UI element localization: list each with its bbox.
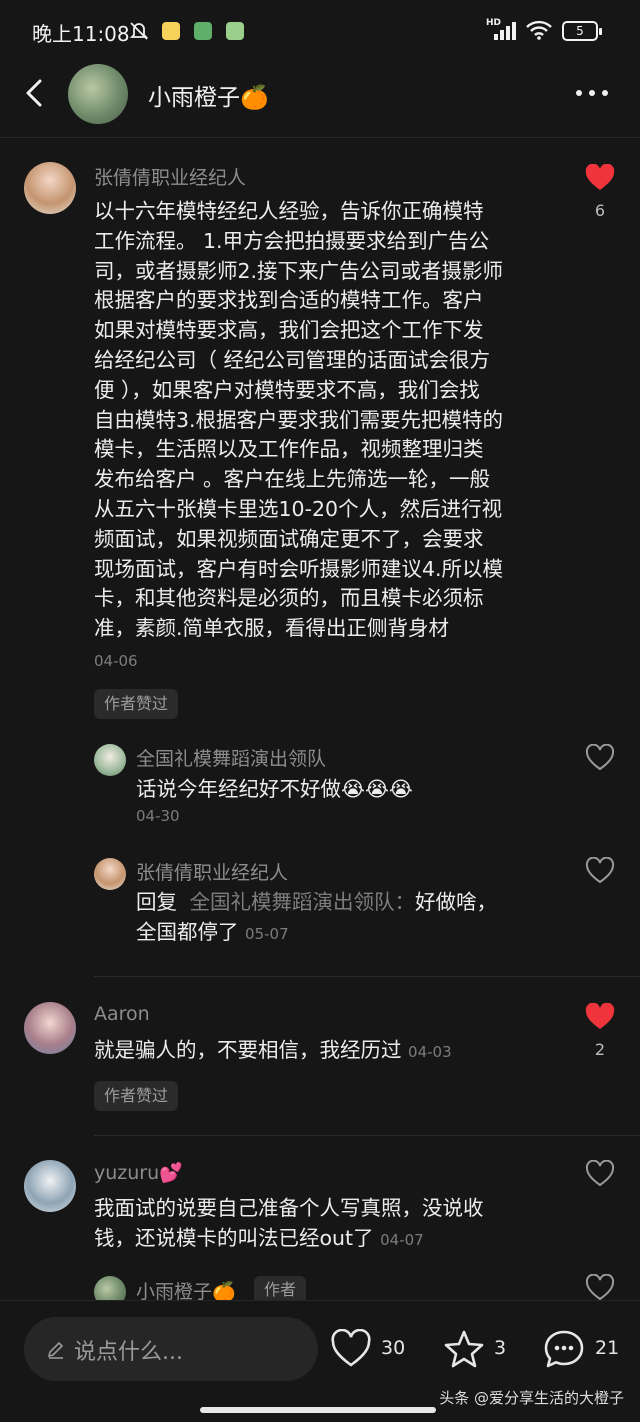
like-total: 30 [381, 1337, 406, 1359]
comment-username[interactable]: 张倩倩职业经纪人 [94, 163, 246, 190]
watermark: 头条 @爱分享生活的大橙子 [439, 1389, 624, 1407]
reply-text-line: 好做啥， [415, 890, 498, 914]
heart-filled-icon[interactable] [585, 164, 615, 192]
reply-date: 04-30 [136, 807, 180, 825]
heart-outline-icon[interactable] [585, 1160, 615, 1188]
comment-bubble-icon[interactable] [543, 1329, 585, 1369]
status-time: 晚上11:08 [32, 22, 130, 46]
comment-line: 司，或者摄影师2.接下来广告公司或者摄影师 [94, 258, 504, 283]
signal-icon [494, 22, 516, 40]
bottom-action-bar: 说点什么... 30 3 21 头条 @爱分享生活的大橙子 [0, 1300, 640, 1422]
heart-filled-icon[interactable] [585, 1003, 615, 1031]
reply-text: 话说今年经纪好不好做😭😭😭 [136, 777, 413, 801]
comment-input-placeholder: 说点什么... [74, 1340, 183, 1365]
divider [94, 1135, 640, 1136]
reply-date: 05-07 [245, 924, 289, 943]
reply-username[interactable]: 全国礼模舞蹈演出领队 [136, 744, 326, 771]
back-arrow-icon[interactable] [20, 78, 50, 108]
wifi-icon [526, 20, 552, 40]
comment-input[interactable]: 说点什么... [24, 1317, 318, 1381]
comment-date: 04-07 [380, 1230, 424, 1249]
author-name[interactable]: 小雨橙子🍊 [148, 78, 269, 112]
author-liked-tag: 作者赞过 [94, 1081, 179, 1111]
comment-date: 04-06 [94, 652, 138, 670]
comment-line: 便 ），如果客户对模特要求不高，我们会找 [94, 377, 480, 402]
home-indicator[interactable] [200, 1407, 436, 1413]
more-dots-icon[interactable] [574, 88, 610, 98]
favorite-star-icon[interactable] [443, 1329, 485, 1369]
reply-target[interactable]: 全国礼模舞蹈演出领队： [190, 890, 416, 914]
comment-line: 给经纪公司（ 经纪公司管理的话面试会很方 [94, 347, 491, 372]
author-avatar[interactable] [68, 64, 128, 124]
comment-line: 工作流程。 1.甲方会把拍摄要求给到广告公 [94, 228, 490, 253]
comment-line: 卡，和其他资料是必须的，而且模卡必须标 [94, 586, 484, 611]
comment-line: 现场面试，客户有时会听摄影师建议4.所以模 [94, 556, 504, 581]
top-nav-bar: 小雨橙子🍊 [0, 62, 640, 138]
comment-line: 从五六十张模卡里选10-20个人，然后进行视 [94, 496, 503, 521]
author-liked-tag: 作者赞过 [94, 689, 179, 719]
like-count: 6 [594, 201, 606, 220]
mute-bell-icon [129, 22, 149, 40]
comment-username[interactable]: Aaron [94, 1003, 150, 1025]
like-heart-icon[interactable] [330, 1329, 372, 1369]
favorite-total: 3 [494, 1337, 507, 1359]
reply-prefix: 回复 [136, 890, 177, 914]
notification-shield-icon [194, 22, 212, 40]
comment-line: 以十六年模特经纪人经验，告诉你正确模特 [94, 199, 484, 223]
heart-outline-icon[interactable] [585, 857, 615, 885]
reply-avatar[interactable] [94, 744, 126, 776]
notification-app-icon [226, 22, 244, 40]
comment-text-line: 钱，还说模卡的叫法已经out了 [94, 1225, 374, 1250]
comment-line: 发布给客户 。客户在线上先筛选一轮，一般 [94, 467, 491, 492]
notification-app-icon [162, 22, 180, 40]
comment-text-line: 就是骗人的，不要相信，我经历过 [94, 1038, 402, 1062]
comment-total: 21 [595, 1337, 620, 1359]
reply-username[interactable]: 张倩倩职业经纪人 [136, 858, 288, 885]
commenter-avatar[interactable] [24, 1002, 76, 1054]
status-bar: 晚上11:08 HD 5 [0, 0, 640, 62]
reply-text: 回复 全国礼模舞蹈演出领队：好做啥， 全国都停了 05-07 [136, 888, 556, 950]
comment-text-line: 我面试的说要自己准备个人写真照，没说收 [94, 1196, 484, 1220]
heart-outline-icon[interactable] [585, 744, 615, 772]
heart-outline-icon[interactable] [585, 1274, 615, 1302]
comment-line: 频面试，如果视频面试确定更不了，会要求 [94, 526, 484, 551]
comment-text: 以十六年模特经纪人经验，告诉你正确模特 工作流程。 1.甲方会把拍摄要求给到广告… [94, 197, 564, 644]
comment-date: 04-03 [408, 1043, 452, 1061]
commenter-avatar[interactable] [24, 162, 76, 214]
comment-line: 如果对模特要求高，我们会把这个工作下发 [94, 318, 484, 343]
comment-line: 自由模特3.根据客户要求我们需要先把模特的 [94, 407, 504, 432]
comment-line: 模卡，生活照以及工作作品，视频整理归类 [94, 437, 484, 462]
battery-icon: 5 [562, 21, 602, 41]
comment-text: 就是骗人的，不要相信，我经历过 04-03 [94, 1036, 452, 1068]
pen-icon [47, 1341, 64, 1359]
comment-line: 准，素颜.简单衣服，看得出正侧背身材 [94, 616, 450, 641]
comment-text: 我面试的说要自己准备个人写真照，没说收 钱，还说模卡的叫法已经out了 04-0… [94, 1194, 564, 1256]
comment-username[interactable]: yuzuru💕 [94, 1161, 183, 1184]
reply-text-line: 全国都停了 [136, 919, 239, 944]
divider [94, 976, 640, 977]
like-count: 2 [594, 1040, 606, 1059]
comment-line: 根据客户的要求找到合适的模特工作。客户 [94, 288, 484, 313]
commenter-avatar[interactable] [24, 1160, 76, 1212]
reply-avatar[interactable] [94, 858, 126, 890]
